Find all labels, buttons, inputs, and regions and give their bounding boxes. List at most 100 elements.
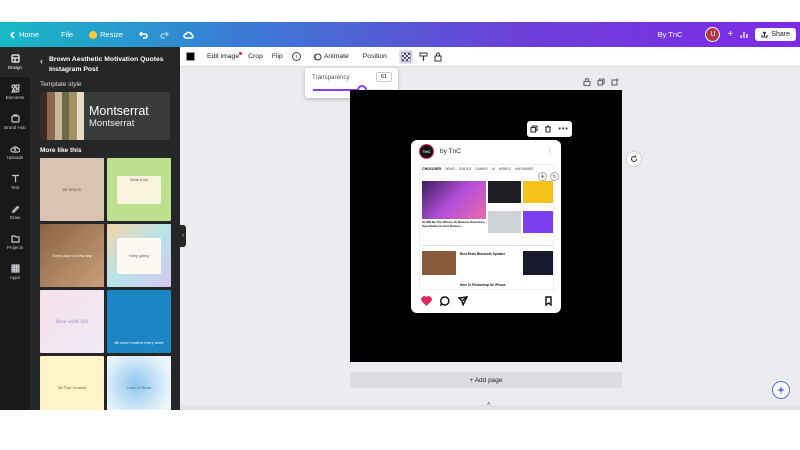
transparency-button[interactable] xyxy=(398,49,413,64)
site-nav-item: NEWS xyxy=(445,167,455,171)
template-thumb[interactable]: Learn to Relax xyxy=(107,356,171,410)
design-icon xyxy=(10,54,20,63)
bookmark-icon[interactable] xyxy=(544,296,553,306)
template-style-label: Template style xyxy=(40,81,82,89)
thumb-caption: Learn to Relax xyxy=(126,385,152,390)
rail-label: Uploads xyxy=(6,155,24,160)
avatar[interactable]: U xyxy=(705,27,721,42)
transparency-icon xyxy=(400,51,411,62)
swatch xyxy=(54,92,62,141)
info-button[interactable]: i xyxy=(291,52,301,61)
animate-icon xyxy=(313,53,322,60)
sparkle-icon xyxy=(777,386,785,394)
rail-item-uploads[interactable]: Uploads xyxy=(0,137,30,167)
note-card: Write a list xyxy=(117,175,161,204)
undo-button[interactable] xyxy=(139,30,148,39)
more-like-this-label: More like this xyxy=(40,147,82,155)
template-thumb[interactable]: flow with life xyxy=(40,290,104,354)
add-page-button[interactable]: + Add page xyxy=(350,372,622,388)
heart-icon[interactable] xyxy=(421,296,432,306)
thumb-caption: Be more creative every week xyxy=(114,341,164,346)
rail-item-draw[interactable]: Draw xyxy=(0,197,30,227)
element-floating-toolbar: ••• xyxy=(527,121,572,137)
crown-icon xyxy=(89,30,98,39)
animate-label: Animate xyxy=(323,53,349,60)
article-image xyxy=(523,251,553,275)
article-title: How To Photoshop On iPhone xyxy=(460,283,506,287)
chevron-up-icon[interactable]: ˄ xyxy=(487,402,491,408)
more-options-icon[interactable]: ••• xyxy=(559,126,569,133)
position-button[interactable]: Position xyxy=(363,53,387,60)
article-image xyxy=(523,211,553,233)
thumb-caption: BE BRAVE xyxy=(62,187,82,192)
resize-button[interactable]: Resize xyxy=(89,30,123,39)
back-chevron-icon[interactable]: ‹ xyxy=(40,55,43,75)
left-rail: Design Elements Brand Hub Uploads Text D… xyxy=(0,47,30,410)
home-label: Home xyxy=(19,30,40,39)
rail-label: Projects xyxy=(6,245,24,250)
fill-color-button[interactable] xyxy=(186,52,195,61)
home-button[interactable]: Home xyxy=(10,30,39,39)
panel-collapse-handle[interactable]: ‹ xyxy=(180,225,186,247)
template-style-card[interactable]: Montserrat Montserrat xyxy=(40,92,170,141)
site-nav-item: GAMING xyxy=(475,167,488,171)
site-nav-item: AI xyxy=(491,167,495,171)
crop-button[interactable]: Crop xyxy=(248,53,263,60)
template-thumb[interactable]: Be more creative every week xyxy=(107,290,171,354)
position-label: Position xyxy=(362,53,387,60)
rail-item-projects[interactable]: Projects xyxy=(0,227,30,257)
animate-button[interactable]: Animate xyxy=(313,53,349,61)
share-icon xyxy=(761,31,768,38)
rail-item-elements[interactable]: Elements xyxy=(0,77,30,107)
template-thumb[interactable]: BE BRAVE xyxy=(40,158,104,222)
template-thumb[interactable]: Be True Yourself xyxy=(40,356,104,410)
lock-page-icon[interactable] xyxy=(583,78,591,86)
thumb-caption: Keep going xyxy=(129,253,149,258)
refresh-icon[interactable] xyxy=(627,152,641,166)
rail-label: Text xyxy=(10,185,20,190)
rail-item-brand-hub[interactable]: Brand Hub xyxy=(0,107,30,137)
swatch xyxy=(69,92,77,141)
cloud-save-status[interactable] xyxy=(183,31,194,39)
send-icon[interactable] xyxy=(458,296,468,306)
file-menu[interactable]: File xyxy=(61,30,73,39)
add-collaborator-button[interactable]: + xyxy=(727,29,733,40)
rail-item-text[interactable]: Text xyxy=(0,167,30,197)
apps-grid-icon xyxy=(10,264,20,273)
upload-cloud-icon xyxy=(10,146,20,153)
instagram-post-frame[interactable]: TnC by TnC ⋮ CHOOSER NEWS GUIDES GAMING … xyxy=(411,140,561,313)
article-image xyxy=(488,181,521,203)
transparency-value-input[interactable]: 61 xyxy=(375,72,392,82)
rail-item-design[interactable]: Design xyxy=(0,47,30,77)
share-label: Share xyxy=(771,31,790,38)
magic-assistant-button[interactable] xyxy=(772,381,790,399)
stats-icon[interactable] xyxy=(740,31,748,39)
lock-button[interactable] xyxy=(434,52,442,62)
template-thumb[interactable]: Write a list xyxy=(107,158,171,222)
style-paint-button[interactable] xyxy=(419,52,428,62)
trash-icon[interactable] xyxy=(544,125,552,133)
comment-icon[interactable] xyxy=(440,296,450,306)
template-thumb[interactable]: Keep going xyxy=(107,224,171,288)
template-grid: BE BRAVE Write a list Every day is a new… xyxy=(40,158,180,410)
rail-item-apps[interactable]: Apps xyxy=(0,257,30,287)
template-thumb[interactable]: Every day is a new day xyxy=(40,224,104,288)
add-page-icon[interactable] xyxy=(611,78,619,86)
thumb-caption: Be True Yourself xyxy=(58,385,86,390)
duplicate-page-icon[interactable] xyxy=(597,78,605,86)
website-screenshot[interactable]: CHOOSER NEWS GUIDES GAMING AI MOBILE HAR… xyxy=(419,164,554,290)
font-heading-sample: Montserrat xyxy=(89,103,149,118)
site-nav: CHOOSER NEWS GUIDES GAMING AI MOBILE HAR… xyxy=(420,165,553,173)
flip-button[interactable]: Flip xyxy=(272,53,283,60)
document-title[interactable]: By TnC xyxy=(658,30,683,39)
move-handle-icon[interactable]: ✣ xyxy=(538,172,547,181)
redo-button[interactable] xyxy=(160,30,170,39)
share-button[interactable]: Share xyxy=(755,28,796,41)
rotate-handle-icon[interactable]: ↻ xyxy=(550,172,559,181)
logo-text: TnC xyxy=(422,149,431,154)
post-menu-icon: ⋮ xyxy=(547,149,553,155)
site-logo: CHOOSER xyxy=(422,167,442,171)
edit-image-button[interactable]: Edit image xyxy=(207,52,243,60)
swatch xyxy=(61,92,70,141)
copy-icon[interactable] xyxy=(530,125,538,133)
